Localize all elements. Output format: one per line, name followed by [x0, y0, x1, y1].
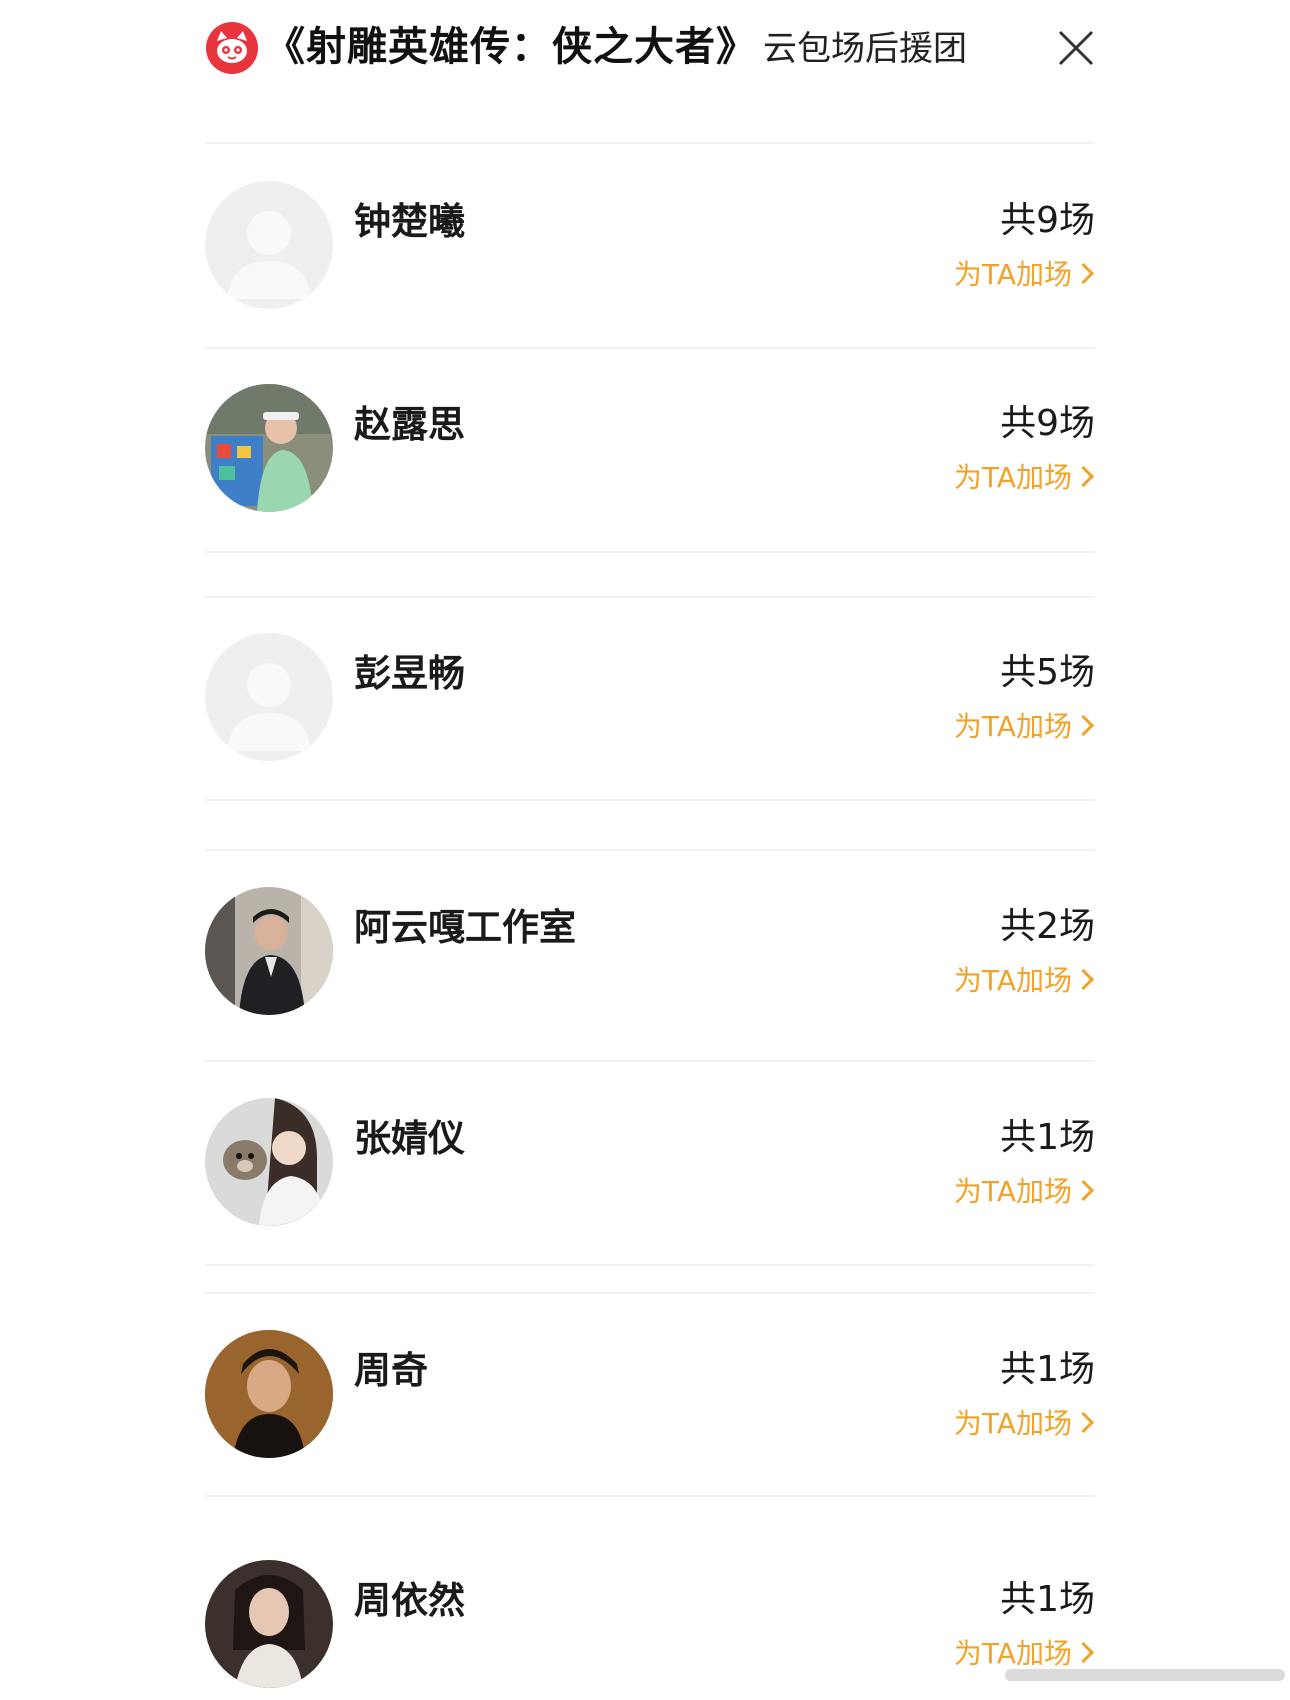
list-item[interactable]: 阿云嘎工作室 共2场 为TA加场	[205, 887, 1095, 1017]
add-screening-link[interactable]: 为TA加场	[954, 1170, 1095, 1210]
screening-count: 共9场	[1000, 403, 1095, 444]
supporter-name: 阿云嘎工作室	[354, 906, 576, 949]
add-screening-label: 为TA加场	[953, 964, 1072, 997]
list-item[interactable]: 赵露思 共9场 为TA加场	[205, 384, 1095, 514]
divider	[205, 1264, 1095, 1266]
cat-logo-icon	[206, 22, 258, 74]
avatar	[205, 181, 333, 309]
default-avatar-icon	[205, 633, 333, 761]
supporter-name: 周依然	[354, 1579, 465, 1622]
chevron-right-icon	[1072, 465, 1095, 487]
avatar-photo	[205, 1098, 333, 1226]
divider	[205, 1292, 1095, 1294]
add-screening-link[interactable]: 为TA加场	[954, 253, 1095, 293]
chevron-right-icon	[1072, 262, 1095, 284]
divider	[205, 551, 1095, 553]
avatar	[205, 1560, 333, 1688]
list-item[interactable]: 周依然 共1场 为TA加场	[205, 1560, 1095, 1690]
chevron-right-icon	[1072, 1411, 1095, 1433]
add-screening-link[interactable]: 为TA加场	[954, 705, 1095, 745]
avatar-photo	[205, 1560, 333, 1688]
divider	[205, 596, 1095, 598]
list-item[interactable]: 张婧仪 共1场 为TA加场	[205, 1098, 1095, 1228]
screening-count: 共9场	[1000, 200, 1095, 241]
divider	[205, 1495, 1095, 1497]
chevron-right-icon	[1072, 1179, 1095, 1201]
divider	[205, 849, 1095, 851]
supporter-name: 钟楚曦	[354, 200, 465, 243]
chevron-right-icon	[1072, 714, 1095, 736]
divider	[205, 799, 1095, 801]
add-screening-label: 为TA加场	[953, 1175, 1072, 1208]
add-screening-label: 为TA加场	[953, 710, 1072, 743]
page-title-main: 《射雕英雄传：侠之大者》	[265, 24, 757, 70]
avatar-photo	[205, 384, 333, 512]
divider	[205, 347, 1095, 349]
screening-count: 共1场	[1000, 1579, 1095, 1620]
add-screening-label: 为TA加场	[953, 1407, 1072, 1440]
screening-count: 共1场	[1000, 1349, 1095, 1390]
chevron-right-icon	[1072, 968, 1095, 990]
avatar-photo	[205, 1330, 333, 1458]
divider	[205, 1060, 1095, 1062]
page-title: 《射雕英雄传：侠之大者》 云包场后援团	[265, 20, 967, 74]
screening-count: 共2场	[1000, 906, 1095, 947]
avatar	[205, 1098, 333, 1226]
add-screening-link[interactable]: 为TA加场	[954, 959, 1095, 999]
screening-count: 共5场	[1000, 652, 1095, 693]
avatar	[205, 887, 333, 1015]
list-item[interactable]: 彭昱畅 共5场 为TA加场	[205, 633, 1095, 763]
default-avatar-icon	[205, 181, 333, 309]
add-screening-link[interactable]: 为TA加场	[954, 1402, 1095, 1442]
avatar	[205, 633, 333, 761]
add-screening-link[interactable]: 为TA加场	[954, 456, 1095, 496]
list-item[interactable]: 钟楚曦 共9场 为TA加场	[205, 181, 1095, 311]
supporter-name: 赵露思	[354, 403, 465, 446]
avatar-photo	[205, 887, 333, 1015]
avatar	[205, 1330, 333, 1458]
supporter-name: 张婧仪	[354, 1117, 465, 1160]
list-item[interactable]: 周奇 共1场 为TA加场	[205, 1330, 1095, 1460]
page-title-sub: 云包场后援团	[763, 29, 967, 69]
add-screening-label: 为TA加场	[953, 258, 1072, 291]
supporter-name: 彭昱畅	[354, 652, 465, 695]
add-screening-label: 为TA加场	[953, 461, 1072, 494]
avatar	[205, 384, 333, 512]
screening-count: 共1场	[1000, 1117, 1095, 1158]
header-bar: 《射雕英雄传：侠之大者》 云包场后援团	[0, 0, 1290, 110]
watermark-smudge	[1005, 1669, 1285, 1681]
divider	[205, 142, 1095, 144]
supporter-name: 周奇	[354, 1349, 428, 1392]
close-icon[interactable]	[1052, 24, 1100, 72]
